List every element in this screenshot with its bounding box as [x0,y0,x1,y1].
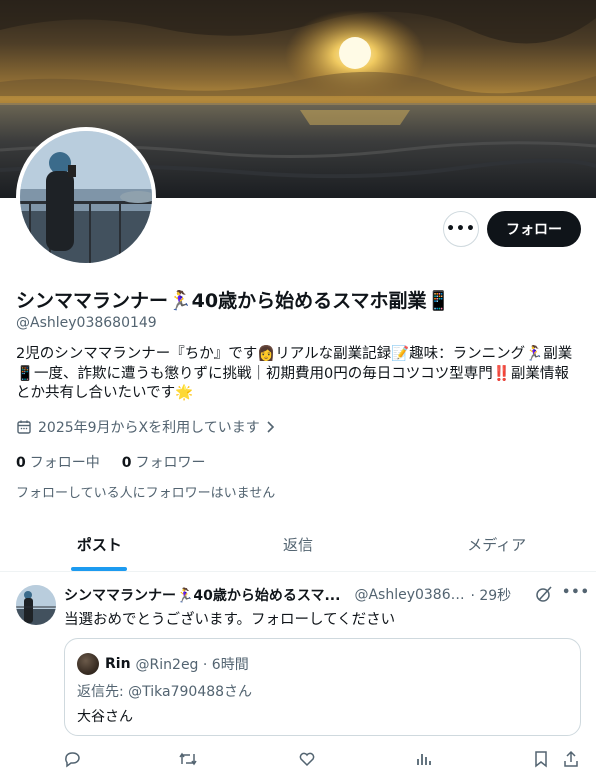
followers-label: フォロワー [135,455,206,471]
bookmark-icon [535,751,547,768]
quoted-author-name: Rin [105,656,131,672]
tab-posts[interactable]: ポスト [0,518,199,571]
post-item[interactable]: シンママランナー🏃‍♀️40歳から始めるスマ... @Ashley03868..… [0,573,596,782]
calendar-icon [17,420,31,434]
reply-button[interactable] [62,749,82,769]
tab-media-label: メディア [467,536,527,554]
post-timestamp[interactable]: · 29秒 [470,585,511,605]
followers-count: 0 [121,455,132,471]
grok-icon [536,586,552,602]
display-name: シンママランナー🏃‍♀️40歳から始めるスマホ副業📱 [16,290,451,312]
more-icon: ••• [446,221,476,237]
more-options-button[interactable]: ••• [443,211,479,247]
retweet-icon [179,752,197,766]
like-button[interactable] [297,749,317,769]
following-label: フォロー中 [29,455,100,471]
avatar-photo [20,131,152,263]
grok-button[interactable] [535,585,553,607]
chevron-right-icon [267,421,274,433]
post-author-name[interactable]: シンママランナー🏃‍♀️40歳から始めるスマ... [64,585,340,605]
share-button[interactable] [561,749,581,769]
profile-tabs: ポスト 返信 メディア [0,518,596,572]
active-tab-indicator [71,567,128,571]
following-link[interactable]: 0 フォロー中 [16,452,100,472]
post-header: シンママランナー🏃‍♀️40歳から始めるスマ... @Ashley03868..… [64,585,584,605]
follow-counts: 0 フォロー中 0 フォロワー [16,452,206,472]
no-mutual-followers-note: フォローしている人にフォロワーはいません [16,486,276,501]
followers-link[interactable]: 0 フォロワー [122,452,206,472]
joined-date[interactable]: 2025年9月からXを利用しています [16,417,276,437]
post-text: 当選おめでとうございます。フォローしてください [64,612,396,628]
reply-icon [65,752,80,768]
tab-replies[interactable]: 返信 [199,518,398,571]
user-handle: @Ashley038680149 [16,315,157,331]
joined-text: 2025年9月からXを利用しています [38,420,260,436]
post-author-avatar[interactable] [16,585,56,625]
avatar-photo-small [16,585,56,625]
tab-posts-label: ポスト [76,536,122,554]
following-count: 0 [16,455,26,471]
tab-replies-label: 返信 [283,536,314,554]
quoted-reply-to: 返信先: @Tika790488さん [77,684,253,700]
views-button[interactable] [414,749,434,769]
like-icon [299,752,315,767]
retweet-button[interactable] [178,749,198,769]
profile-bio: 2児のシンママランナー『ちか』です👩リアルな副業記録📝趣味：ランニング🏃‍♀️副… [16,346,573,401]
quoted-author-avatar [77,653,99,675]
quoted-post-header: Rin @Rin2eg · 6時間 [77,653,249,675]
tab-media[interactable]: メディア [397,518,596,571]
views-icon [417,754,431,765]
post-actions [0,749,596,771]
share-icon [564,750,578,767]
profile-avatar[interactable] [16,127,156,267]
follow-button[interactable]: フォロー [487,211,581,247]
quoted-author-handle: @Rin2eg · 6時間 [135,657,249,673]
post-author-handle[interactable]: @Ashley03868... [354,587,466,603]
bookmark-button[interactable] [531,749,551,769]
quoted-post-text: 大谷さん [77,709,133,725]
post-more-options-button[interactable]: ••• [562,585,590,600]
quoted-post[interactable]: Rin @Rin2eg · 6時間 返信先: @Tika790488さん 大谷さ… [64,638,581,736]
